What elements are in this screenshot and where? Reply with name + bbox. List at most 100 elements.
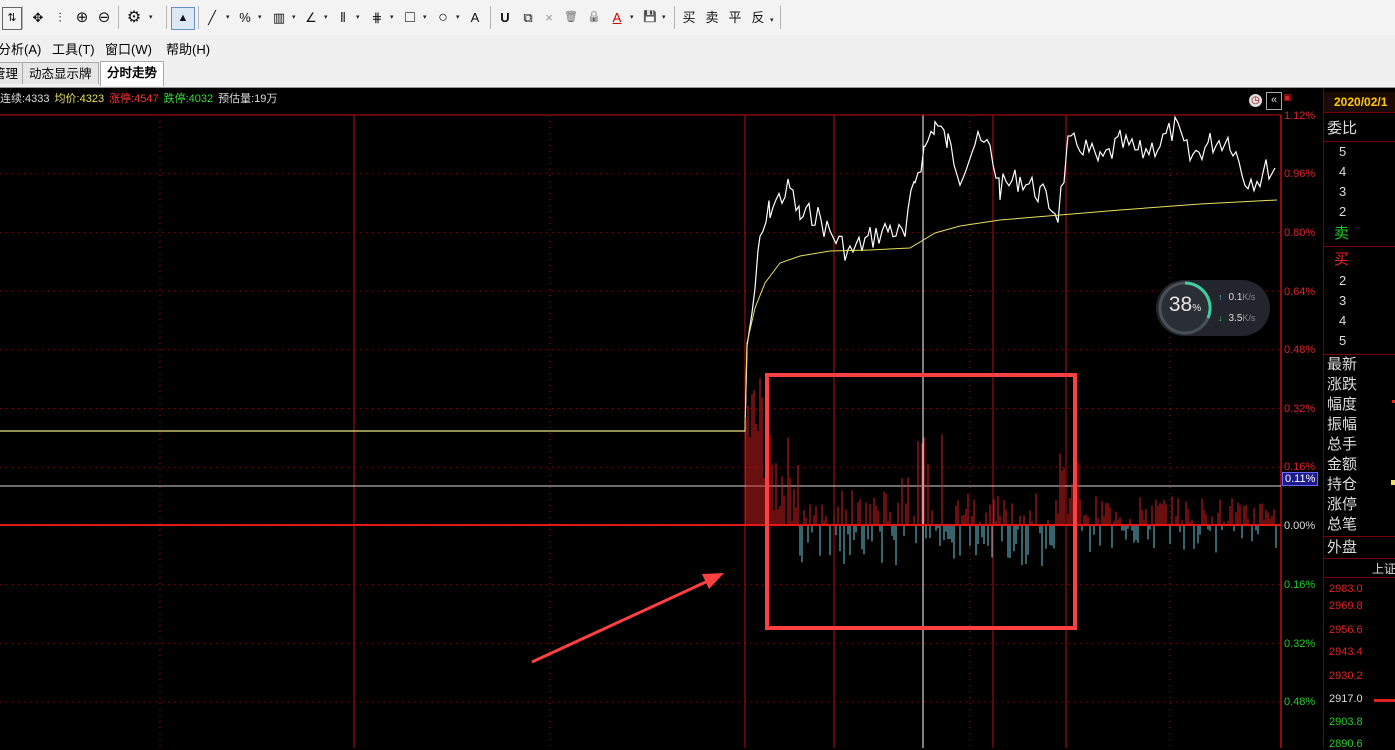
index-price: 2930.2 bbox=[1329, 670, 1363, 682]
chart-canvas[interactable] bbox=[0, 88, 1323, 748]
zoom-out-icon[interactable]: ⊖ bbox=[94, 7, 114, 28]
index-current-marker bbox=[1374, 699, 1395, 702]
text-icon[interactable]: A bbox=[466, 7, 484, 28]
toolbar-divider bbox=[22, 6, 23, 29]
cursor-icon[interactable]: ▲ bbox=[171, 7, 195, 30]
buy-label: 买 bbox=[1334, 251, 1350, 268]
chevron-down-icon[interactable]: ▾ bbox=[258, 13, 262, 21]
buy-level: 5 bbox=[1339, 333, 1347, 348]
trash-icon[interactable]: 🗑 bbox=[562, 7, 580, 28]
settings-icon[interactable]: ⚙ bbox=[123, 7, 145, 28]
lock-icon[interactable]: 🔒 bbox=[584, 7, 604, 28]
download-speed: 3.5 bbox=[1228, 313, 1243, 324]
continued-price: 连续:4333 bbox=[0, 93, 50, 105]
down-arrow-icon: ↓ bbox=[1218, 313, 1223, 323]
chevron-down-icon[interactable]: ▾ bbox=[630, 13, 634, 21]
ruler-icon[interactable]: ▥ bbox=[268, 7, 290, 28]
toolbar-divider bbox=[166, 6, 167, 29]
sell-level: 5 bbox=[1339, 144, 1347, 159]
menu-window[interactable]: 窗口(W) bbox=[105, 39, 152, 58]
grid-icon[interactable]: ⋕ bbox=[368, 7, 386, 28]
timer-icon[interactable]: ◷ bbox=[1249, 94, 1262, 107]
buy-button[interactable]: 买 bbox=[680, 7, 698, 28]
index-price: 2890.6 bbox=[1329, 738, 1363, 750]
circle-icon[interactable]: ○ bbox=[433, 7, 453, 28]
speed-unit: K/s bbox=[1242, 313, 1256, 323]
menu-bar: 分析(A) 工具(T) 窗口(W) 帮助(H) bbox=[0, 35, 1395, 59]
chevron-down-icon[interactable]: ▾ bbox=[423, 13, 427, 21]
flat-button[interactable]: 平 bbox=[726, 7, 744, 28]
chevron-down-icon[interactable]: ▾ bbox=[356, 13, 360, 21]
index-price: 2956.6 bbox=[1329, 624, 1363, 636]
color-icon[interactable]: A bbox=[608, 7, 626, 28]
chart-mode-icon[interactable]: ⇅ bbox=[2, 7, 22, 30]
copy-icon[interactable]: ⧉ bbox=[518, 7, 538, 28]
index-price: 2917.0 bbox=[1329, 693, 1363, 705]
rect-icon[interactable]: □ bbox=[400, 7, 420, 28]
toolbar-divider bbox=[780, 6, 781, 29]
limit-up-price: 涨停:4547 bbox=[109, 93, 159, 105]
stat-label: 最新 bbox=[1327, 356, 1358, 373]
chevron-down-icon[interactable]: ▾ bbox=[662, 13, 666, 21]
angle-icon[interactable]: ∠ bbox=[302, 7, 320, 28]
delete-icon[interactable]: × bbox=[540, 7, 558, 28]
index-label: 上证 bbox=[1372, 562, 1395, 576]
tab-dynamic-board[interactable]: 动态显示牌 bbox=[22, 62, 99, 84]
up-arrow-icon: ↑ bbox=[1218, 292, 1223, 302]
y-tick-label: 0.48% bbox=[1284, 344, 1316, 356]
toolbar-divider bbox=[198, 6, 199, 29]
upload-speed: 0.1 bbox=[1228, 292, 1243, 303]
buy-level: 4 bbox=[1339, 313, 1347, 328]
collapse-panel-icon[interactable]: « bbox=[1266, 92, 1282, 110]
y-tick-label: 0.32% bbox=[1284, 403, 1316, 415]
limit-down-price: 跌停:4032 bbox=[163, 93, 214, 105]
reverse-button[interactable]: 反 bbox=[749, 7, 767, 28]
intraday-chart[interactable]: 连续:4333 均价:4323 涨停:4547 跌停:4032 预估量:19万 ◷ « … bbox=[0, 88, 1323, 748]
pan-icon[interactable]: ✥ bbox=[28, 7, 48, 28]
index-price: 2983.0 bbox=[1329, 583, 1363, 595]
magnet-icon[interactable]: U bbox=[496, 7, 514, 28]
current-value-marker: 0.11% bbox=[1282, 472, 1319, 486]
cpu-percent: 38 bbox=[1168, 293, 1193, 316]
average-line bbox=[0, 199, 1278, 432]
sell-button[interactable]: 卖 bbox=[703, 7, 721, 28]
network-speed-widget[interactable]: 38% ↑ 0.1K/s ↓ 3.5K/s bbox=[1156, 280, 1270, 336]
quote-date: 2020/02/1 bbox=[1334, 95, 1388, 109]
chevron-down-icon[interactable]: ▾ bbox=[456, 13, 460, 21]
toolbar-divider bbox=[674, 6, 675, 29]
chevron-down-icon[interactable]: ▾ bbox=[390, 13, 394, 21]
percent-icon[interactable]: % bbox=[236, 7, 254, 28]
zoom-in-icon[interactable]: ⊕ bbox=[72, 7, 92, 28]
stat-label: 幅度 bbox=[1327, 396, 1358, 413]
stat-label: 总笔 bbox=[1327, 516, 1358, 533]
crosshair-icon[interactable]: ⫶ bbox=[52, 7, 68, 28]
percent-unit: % bbox=[1192, 303, 1202, 314]
y-tick-label: 0.64% bbox=[1284, 286, 1316, 298]
menu-help[interactable]: 帮助(H) bbox=[166, 39, 210, 58]
buy-level: 3 bbox=[1339, 293, 1347, 308]
menu-analysis[interactable]: 分析(A) bbox=[0, 39, 41, 58]
sell-level: 3 bbox=[1339, 184, 1347, 199]
menu-tools[interactable]: 工具(T) bbox=[52, 39, 95, 58]
annotation-arrow-head bbox=[702, 573, 724, 589]
line-icon[interactable]: ╱ bbox=[202, 7, 222, 28]
chevron-down-icon[interactable]: ▾ bbox=[324, 13, 328, 21]
fib-icon[interactable]: ⫴ bbox=[334, 7, 352, 28]
chevron-down-icon[interactable]: ▾ bbox=[292, 13, 296, 21]
index-price: 2969.8 bbox=[1329, 600, 1363, 612]
stat-label: 振幅 bbox=[1327, 416, 1358, 433]
tab-bar: 管理 动态显示牌 分时走势 bbox=[0, 59, 1395, 88]
stat-label: 总手 bbox=[1327, 436, 1358, 453]
toolbar-divider bbox=[118, 6, 119, 29]
highlight-box bbox=[765, 373, 1077, 630]
y-tick-label: 0.16% bbox=[1284, 579, 1316, 591]
save-icon[interactable]: 💾 bbox=[640, 7, 660, 28]
chevron-down-icon[interactable]: ▾ bbox=[226, 13, 230, 21]
sell-level: 2 bbox=[1339, 204, 1347, 219]
chevron-down-icon[interactable]: ▾ bbox=[770, 16, 774, 24]
weibi-label: 委比 bbox=[1327, 120, 1358, 137]
expand-icon[interactable]: ▣ bbox=[1283, 92, 1292, 103]
estimated-volume: 预估量:19万 bbox=[218, 93, 278, 105]
chevron-down-icon[interactable]: ▾ bbox=[149, 13, 153, 21]
tab-intraday[interactable]: 分时走势 bbox=[100, 61, 165, 86]
